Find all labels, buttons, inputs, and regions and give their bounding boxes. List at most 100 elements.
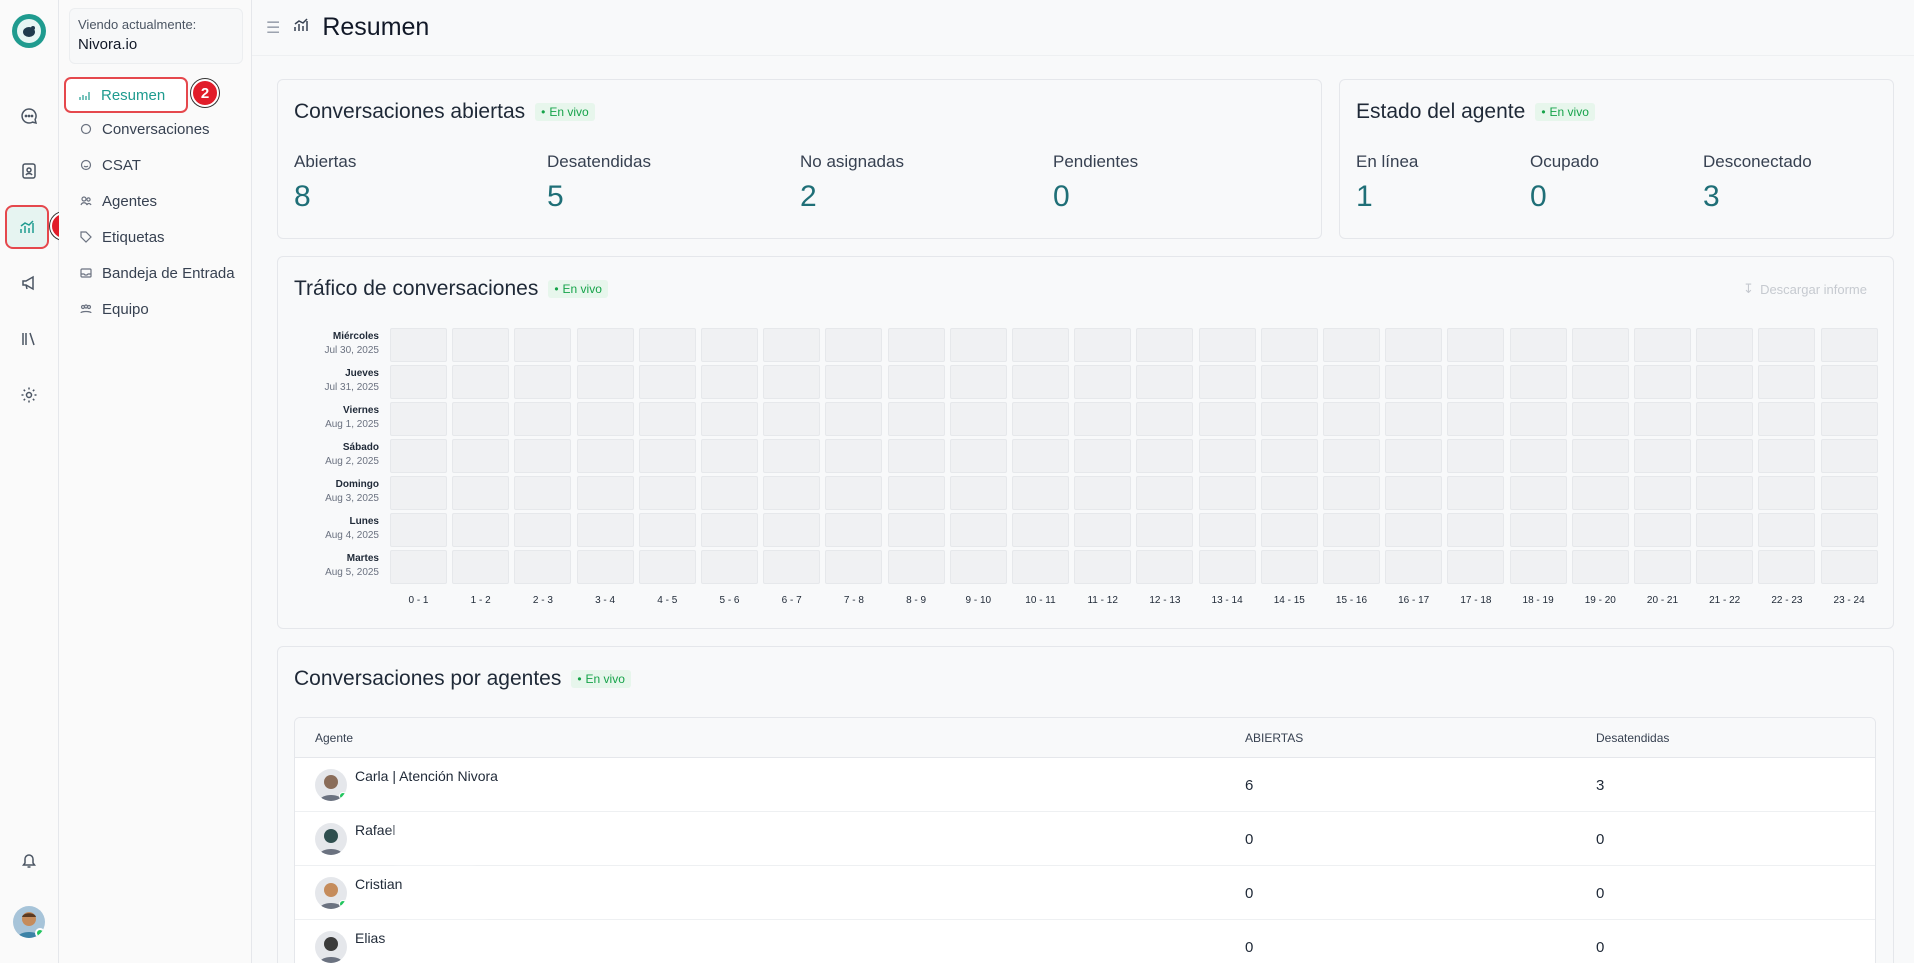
col-open[interactable]: ABIERTAS (1245, 731, 1303, 745)
heatmap-cell[interactable] (452, 439, 510, 473)
heatmap-cell[interactable] (1447, 328, 1505, 362)
heatmap-cell[interactable] (1074, 365, 1132, 399)
heatmap-cell[interactable] (1696, 365, 1754, 399)
heatmap-cell[interactable] (1012, 513, 1069, 547)
heatmap-cell[interactable] (1136, 328, 1194, 362)
heatmap-cell[interactable] (825, 365, 883, 399)
contacts-icon[interactable] (10, 152, 48, 190)
heatmap-cell[interactable] (1571, 402, 1629, 436)
heatmap-cell[interactable] (1696, 439, 1754, 473)
menu-icon[interactable]: ☰ (266, 18, 280, 38)
heatmap-cell[interactable] (887, 476, 945, 510)
heatmap-cell[interactable] (390, 365, 447, 399)
heatmap-cell[interactable] (1385, 550, 1443, 584)
settings-icon[interactable] (10, 376, 48, 414)
heatmap-cell[interactable] (1509, 476, 1567, 510)
heatmap-cell[interactable] (1820, 439, 1878, 473)
heatmap-cell[interactable] (390, 513, 447, 547)
heatmap-cell[interactable] (514, 365, 572, 399)
heatmap-cell[interactable] (576, 402, 634, 436)
heatmap-cell[interactable] (1074, 402, 1132, 436)
heatmap-cell[interactable] (1260, 328, 1318, 362)
heatmap-cell[interactable] (949, 402, 1007, 436)
heatmap-cell[interactable] (1447, 476, 1505, 510)
heatmap-cell[interactable] (1012, 439, 1069, 473)
heatmap-cell[interactable] (576, 476, 634, 510)
heatmap-cell[interactable] (1696, 402, 1754, 436)
heatmap-cell[interactable] (763, 328, 821, 362)
table-row[interactable]: Cristian 0 0 (295, 866, 1875, 920)
heatmap-cell[interactable] (701, 439, 758, 473)
heatmap-cell[interactable] (949, 550, 1007, 584)
heatmap-cell[interactable] (514, 476, 572, 510)
heatmap-cell[interactable] (701, 402, 758, 436)
heatmap-cell[interactable] (763, 513, 821, 547)
heatmap-cell[interactable] (452, 328, 510, 362)
heatmap-cell[interactable] (701, 328, 758, 362)
heatmap-cell[interactable] (949, 365, 1007, 399)
heatmap-cell[interactable] (701, 476, 758, 510)
heatmap-cell[interactable] (1571, 513, 1629, 547)
heatmap-cell[interactable] (514, 439, 572, 473)
heatmap-cell[interactable] (1634, 513, 1691, 547)
heatmap-cell[interactable] (825, 550, 883, 584)
heatmap-cell[interactable] (1696, 328, 1754, 362)
heatmap-cell[interactable] (1509, 402, 1567, 436)
heatmap-cell[interactable] (638, 513, 696, 547)
heatmap-cell[interactable] (638, 550, 696, 584)
heatmap-cell[interactable] (1074, 328, 1132, 362)
heatmap-cell[interactable] (452, 365, 510, 399)
heatmap-cell[interactable] (576, 365, 634, 399)
table-row[interactable]: Elias 0 0 (295, 920, 1875, 963)
heatmap-cell[interactable] (1509, 513, 1567, 547)
heatmap-cell[interactable] (638, 476, 696, 510)
heatmap-cell[interactable] (1758, 550, 1816, 584)
heatmap-cell[interactable] (1634, 328, 1691, 362)
heatmap-cell[interactable] (701, 365, 758, 399)
heatmap-cell[interactable] (1571, 550, 1629, 584)
heatmap-cell[interactable] (390, 328, 447, 362)
heatmap-cell[interactable] (576, 328, 634, 362)
heatmap-cell[interactable] (514, 402, 572, 436)
heatmap-cell[interactable] (1820, 365, 1878, 399)
heatmap-cell[interactable] (1198, 550, 1256, 584)
sidebar-item-csat[interactable]: CSAT (67, 150, 242, 180)
heatmap-cell[interactable] (1385, 365, 1443, 399)
heatmap-cell[interactable] (1634, 550, 1691, 584)
sidebar-item-bandeja[interactable]: Bandeja de Entrada (67, 258, 242, 288)
heatmap-cell[interactable] (638, 402, 696, 436)
heatmap-cell[interactable] (514, 328, 572, 362)
library-icon[interactable] (10, 320, 48, 358)
heatmap-cell[interactable] (1447, 365, 1505, 399)
heatmap-cell[interactable] (390, 476, 447, 510)
heatmap-cell[interactable] (576, 513, 634, 547)
heatmap-cell[interactable] (1260, 476, 1318, 510)
heatmap-cell[interactable] (1571, 328, 1629, 362)
table-row[interactable]: Carla | Atención Nivora 6 3 (295, 758, 1875, 812)
reports-icon[interactable] (5, 205, 49, 249)
heatmap-cell[interactable] (1447, 550, 1505, 584)
heatmap-cell[interactable] (1571, 476, 1629, 510)
heatmap-cell[interactable] (1198, 328, 1256, 362)
heatmap-cell[interactable] (514, 550, 572, 584)
heatmap-cell[interactable] (763, 439, 821, 473)
heatmap-cell[interactable] (1820, 550, 1878, 584)
heatmap-cell[interactable] (1074, 439, 1132, 473)
heatmap-cell[interactable] (1634, 402, 1691, 436)
heatmap-cell[interactable] (1012, 328, 1069, 362)
heatmap-cell[interactable] (1260, 365, 1318, 399)
heatmap-cell[interactable] (1447, 402, 1505, 436)
heatmap-cell[interactable] (1385, 439, 1443, 473)
heatmap-cell[interactable] (452, 402, 510, 436)
heatmap-cell[interactable] (452, 476, 510, 510)
sidebar-item-etiquetas[interactable]: Etiquetas (67, 222, 242, 252)
col-agent[interactable]: Agente (315, 731, 353, 745)
campaigns-icon[interactable] (10, 264, 48, 302)
heatmap-cell[interactable] (1136, 439, 1194, 473)
heatmap-cell[interactable] (1074, 476, 1132, 510)
heatmap-cell[interactable] (1198, 476, 1256, 510)
heatmap-cell[interactable] (1260, 402, 1318, 436)
heatmap-cell[interactable] (1074, 513, 1132, 547)
heatmap-cell[interactable] (1323, 365, 1380, 399)
heatmap-cell[interactable] (1323, 513, 1380, 547)
